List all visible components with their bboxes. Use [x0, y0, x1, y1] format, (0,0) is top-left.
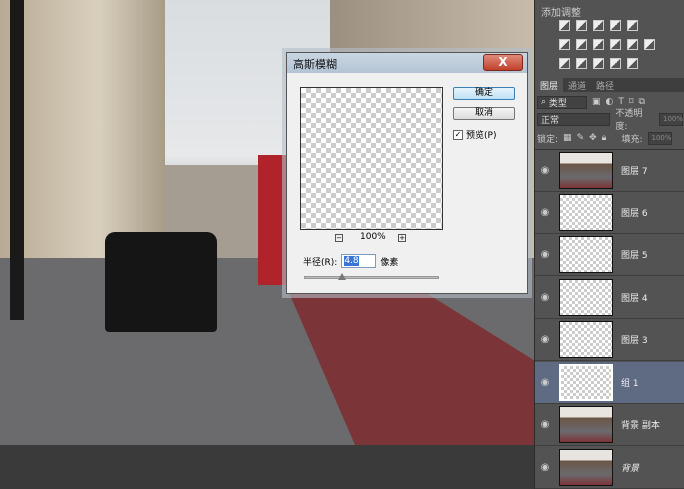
- zoom-level: 100%: [360, 232, 386, 242]
- layer-thumbnail: [559, 321, 613, 358]
- tab-channels[interactable]: 通道: [563, 78, 591, 92]
- fill-label: 填充:: [621, 134, 643, 145]
- filter-adjust-icon[interactable]: ◐: [606, 97, 614, 107]
- adjustment-icons-row-3: [559, 58, 638, 69]
- layer-row[interactable]: ◉ 图层 6: [535, 192, 684, 234]
- black-white-icon[interactable]: [593, 39, 604, 50]
- ok-button[interactable]: 确定: [453, 87, 515, 100]
- layer-name: 组 1: [621, 379, 639, 389]
- layer-name: 图层 6: [621, 209, 648, 219]
- layer-row[interactable]: ◉ 图层 7: [535, 150, 684, 192]
- fill-input[interactable]: 100%: [647, 131, 672, 145]
- layer-filter-select[interactable]: ⌕ 类型: [537, 95, 587, 109]
- radius-unit: 像素: [380, 257, 399, 268]
- close-button[interactable]: X: [483, 54, 523, 71]
- zoom-out-button[interactable]: −: [335, 234, 343, 242]
- posterize-icon[interactable]: [576, 58, 587, 69]
- lock-label: 锁定:: [537, 134, 559, 145]
- layer-row[interactable]: ◉ 背景: [535, 447, 684, 489]
- layer-row-selected[interactable]: ◉ 组 1: [535, 362, 684, 404]
- color-lookup-icon[interactable]: [644, 39, 655, 50]
- color-balance-icon[interactable]: [576, 39, 587, 50]
- blend-mode-select[interactable]: 正常: [537, 112, 611, 126]
- layer-thumbnail: [559, 194, 613, 231]
- photo-filter-icon[interactable]: [610, 39, 621, 50]
- layer-name: 图层 4: [621, 294, 648, 304]
- visibility-eye-icon[interactable]: ◉: [535, 377, 555, 388]
- tab-layers[interactable]: 图层: [535, 78, 564, 92]
- lamp-post: [10, 0, 24, 320]
- radius-label: 半径(R):: [303, 257, 338, 268]
- visibility-eye-icon[interactable]: ◉: [535, 292, 555, 303]
- layer-name: 图层 7: [621, 167, 648, 177]
- gradient-map-icon[interactable]: [627, 58, 638, 69]
- lock-all-icon[interactable]: 🔒︎: [602, 133, 607, 143]
- brightness-icon[interactable]: [559, 20, 570, 31]
- layer-row[interactable]: ◉ 图层 5: [535, 234, 684, 276]
- preview-label: 预览(P): [466, 131, 497, 141]
- search-icon: ⌕: [541, 97, 547, 107]
- gaussian-blur-dialog: 高斯模糊 X − 100% + 确定 取消 ✓ 预览(P) 半径(R): 4.8…: [286, 52, 528, 294]
- visibility-eye-icon[interactable]: ◉: [535, 165, 555, 176]
- tab-paths[interactable]: 路径: [591, 78, 619, 92]
- cancel-button[interactable]: 取消: [453, 107, 515, 120]
- layer-name: 图层 5: [621, 251, 648, 261]
- visibility-eye-icon[interactable]: ◉: [535, 334, 555, 345]
- layer-name: 图层 3: [621, 336, 648, 346]
- radius-input[interactable]: 4.8: [341, 254, 377, 268]
- layer-row[interactable]: ◉ 图层 3: [535, 319, 684, 361]
- preview-area[interactable]: [300, 87, 443, 230]
- hue-saturation-icon[interactable]: [559, 39, 570, 50]
- lock-transparent-icon[interactable]: ▦: [563, 133, 572, 143]
- layer-row[interactable]: ◉ 图层 4: [535, 277, 684, 319]
- layer-thumbnail: [559, 449, 613, 486]
- preview-checkbox[interactable]: ✓: [453, 129, 463, 140]
- zoom-in-button[interactable]: +: [398, 234, 406, 242]
- adjustment-icons-row-2: [559, 39, 655, 50]
- lock-paint-icon[interactable]: ✎: [577, 133, 585, 143]
- lock-position-icon[interactable]: ✥: [589, 133, 597, 143]
- building-left: [0, 0, 165, 270]
- selective-color-icon[interactable]: [610, 58, 621, 69]
- panel-tabs: 图层 通道 路径: [535, 78, 684, 92]
- exposure-icon[interactable]: [610, 20, 621, 31]
- visibility-eye-icon[interactable]: ◉: [535, 207, 555, 218]
- layer-thumbnail: [559, 364, 613, 401]
- visibility-eye-icon[interactable]: ◉: [535, 419, 555, 430]
- black-taxi: [105, 232, 217, 332]
- layer-thumbnail: [559, 236, 613, 273]
- visibility-eye-icon[interactable]: ◉: [535, 462, 555, 473]
- levels-icon[interactable]: [576, 20, 587, 31]
- threshold-icon[interactable]: [593, 58, 604, 69]
- filter-pixel-icon[interactable]: ▣: [592, 97, 601, 107]
- vibrance-icon[interactable]: [627, 20, 638, 31]
- right-panel: 添加调整 图层 通道 路径 ⌕ 类型 ▣ ◐ T ⌑ ⧉ 正常 不透明度: 100% 锁…: [534, 0, 684, 489]
- layer-name: 背景: [621, 464, 640, 474]
- layer-name: 背景 副本: [621, 421, 660, 431]
- channel-mixer-icon[interactable]: [627, 39, 638, 50]
- opacity-label: 不透明度:: [615, 109, 643, 132]
- layer-thumbnail: [559, 152, 613, 189]
- radius-value: 4.8: [344, 256, 359, 266]
- adjustments-title: 添加调整: [541, 8, 581, 19]
- status-bar: [0, 445, 534, 489]
- visibility-eye-icon[interactable]: ◉: [535, 249, 555, 260]
- adjustment-icons-row-1: [559, 20, 638, 31]
- slider-thumb[interactable]: [338, 273, 346, 280]
- red-bus: [258, 155, 288, 285]
- layer-thumbnail: [559, 279, 613, 316]
- radius-slider[interactable]: [304, 273, 439, 280]
- curves-icon[interactable]: [593, 20, 604, 31]
- layer-row[interactable]: ◉ 背景 副本: [535, 404, 684, 446]
- opacity-input[interactable]: 100%: [659, 112, 683, 126]
- invert-icon[interactable]: [559, 58, 570, 69]
- layer-thumbnail: [559, 406, 613, 443]
